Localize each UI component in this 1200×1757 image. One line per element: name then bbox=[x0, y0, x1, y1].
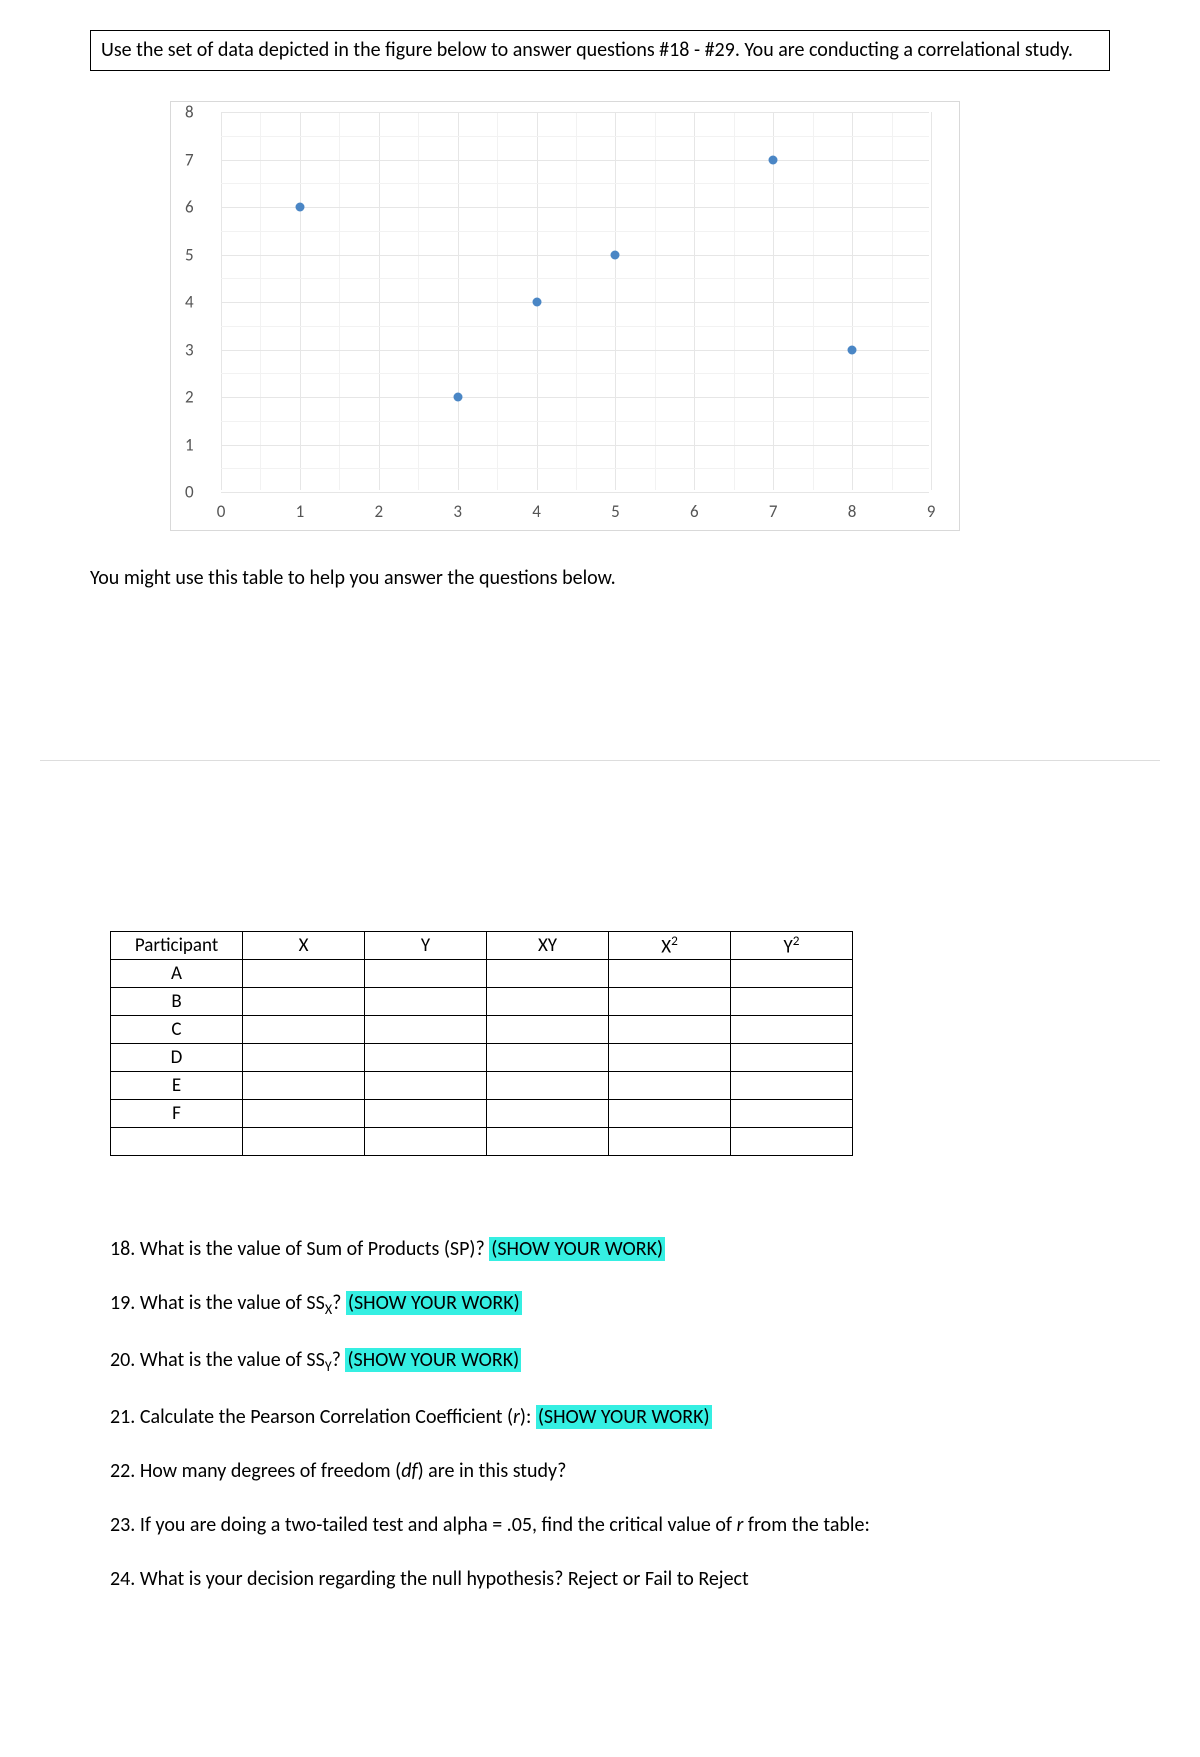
x-tick-label: 8 bbox=[848, 501, 857, 522]
y-tick-label: 8 bbox=[185, 102, 194, 123]
instruction-box: Use the set of data depicted in the figu… bbox=[90, 30, 1110, 71]
highlight-show-work: (SHOW YOUR WORK) bbox=[345, 1348, 521, 1372]
question-20: 20. What is the value of SSY? (SHOW YOUR… bbox=[110, 1347, 1120, 1376]
table-row: D bbox=[111, 1044, 853, 1072]
table-header: X bbox=[243, 932, 365, 960]
table-header: Y2 bbox=[731, 932, 853, 960]
x-tick-label: 0 bbox=[217, 501, 226, 522]
table-row: C bbox=[111, 1016, 853, 1044]
table-row: B bbox=[111, 988, 853, 1016]
question-23: 23. If you are doing a two-tailed test a… bbox=[110, 1512, 1120, 1538]
y-tick-label: 0 bbox=[185, 482, 194, 503]
helper-text: You might use this table to help you ans… bbox=[90, 566, 1160, 590]
table-header: Y bbox=[365, 932, 487, 960]
question-list: 18. What is the value of Sum of Products… bbox=[110, 1236, 1120, 1592]
table-header: XY bbox=[487, 932, 609, 960]
page-divider bbox=[40, 760, 1160, 761]
y-tick-label: 4 bbox=[185, 292, 194, 313]
helper-text-content: You might use this table to help you ans… bbox=[90, 566, 616, 590]
highlight-show-work: (SHOW YOUR WORK) bbox=[489, 1237, 665, 1261]
highlight-show-work: (SHOW YOUR WORK) bbox=[536, 1405, 712, 1429]
data-point bbox=[532, 298, 541, 307]
question-22: 22. How many degrees of freedom (df) are… bbox=[110, 1458, 1120, 1484]
x-tick-label: 7 bbox=[769, 501, 778, 522]
highlight-show-work: (SHOW YOUR WORK) bbox=[346, 1291, 522, 1315]
y-tick-label: 1 bbox=[185, 434, 194, 455]
data-point bbox=[453, 393, 462, 402]
x-tick-label: 6 bbox=[690, 501, 699, 522]
x-tick-label: 9 bbox=[927, 501, 936, 522]
x-tick-label: 4 bbox=[532, 501, 541, 522]
table-row bbox=[111, 1128, 853, 1156]
y-tick-label: 2 bbox=[185, 387, 194, 408]
y-tick-label: 7 bbox=[185, 149, 194, 170]
x-tick-label: 5 bbox=[611, 501, 620, 522]
table-row: A bbox=[111, 960, 853, 988]
x-tick-label: 1 bbox=[296, 501, 305, 522]
instruction-text: Use the set of data depicted in the figu… bbox=[101, 38, 1073, 62]
x-tick-label: 2 bbox=[374, 501, 383, 522]
computation-table: ParticipantXYXYX2Y2ABCDEF bbox=[110, 931, 853, 1156]
scatter-chart: 0 1 2 3 4 5 6 7 8 9 0 1 2 3 4 5 6 7 8 bbox=[170, 101, 960, 531]
y-tick-label: 6 bbox=[185, 197, 194, 218]
question-18: 18. What is the value of Sum of Products… bbox=[110, 1236, 1120, 1262]
x-tick-label: 3 bbox=[453, 501, 462, 522]
table-row: E bbox=[111, 1072, 853, 1100]
question-19: 19. What is the value of SSX? (SHOW YOUR… bbox=[110, 1290, 1120, 1319]
table-row: F bbox=[111, 1100, 853, 1128]
table-header: X2 bbox=[609, 932, 731, 960]
data-point bbox=[769, 155, 778, 164]
y-tick-label: 5 bbox=[185, 244, 194, 265]
data-point bbox=[611, 250, 620, 259]
table-header: Participant bbox=[111, 932, 243, 960]
question-21: 21. Calculate the Pearson Correlation Co… bbox=[110, 1404, 1120, 1430]
data-point bbox=[295, 203, 304, 212]
question-24: 24. What is your decision regarding the … bbox=[110, 1566, 1120, 1592]
data-point bbox=[848, 345, 857, 354]
y-tick-label: 3 bbox=[185, 339, 194, 360]
